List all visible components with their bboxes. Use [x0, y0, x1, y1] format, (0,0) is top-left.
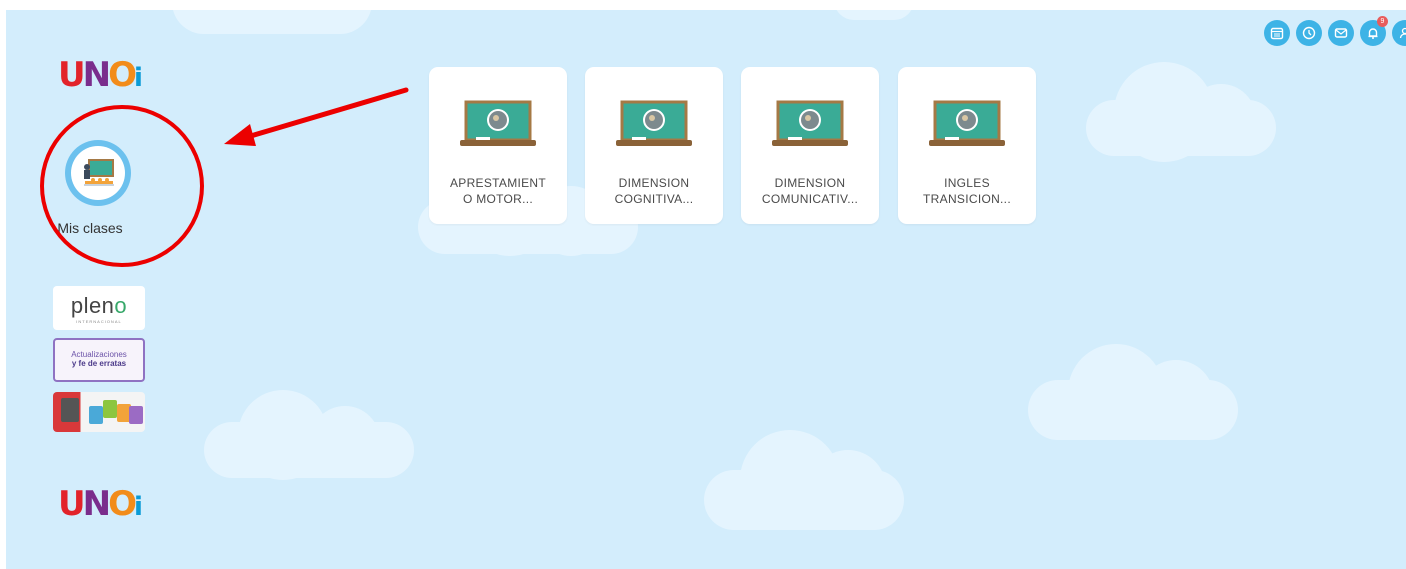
calendar-icon — [1270, 27, 1284, 40]
uno-logo[interactable]: UNOi — [58, 55, 143, 95]
history-button[interactable] — [1296, 20, 1322, 46]
annotation-arrow — [224, 87, 409, 146]
course-title: DIMENSION COGNITIVA... — [593, 175, 715, 207]
cloud-decoration — [704, 430, 904, 530]
course-title-line: DIMENSION — [618, 176, 690, 190]
book-image — [61, 398, 79, 422]
logo-letter: N — [82, 484, 112, 524]
calendar-button[interactable] — [1264, 20, 1290, 46]
notification-badge: 9 — [1377, 16, 1388, 27]
uno-logo-footer: UNOi — [58, 484, 143, 524]
user-button[interactable] — [1392, 20, 1406, 46]
course-title-line: INGLES — [944, 176, 990, 190]
books-banner[interactable] — [53, 392, 145, 432]
banner-line: y fe de erratas — [71, 359, 127, 368]
cloud-decoration — [172, 10, 372, 34]
cloud-decoration — [204, 390, 414, 480]
cloud-decoration — [834, 10, 914, 20]
cloud-decoration — [1028, 344, 1238, 440]
annotation-circle — [40, 105, 204, 267]
book-image — [89, 406, 103, 424]
clock-icon — [1302, 26, 1316, 40]
book-image — [103, 400, 117, 418]
bell-icon — [1368, 28, 1378, 39]
course-title-line: COGNITIVA... — [614, 192, 694, 206]
book-image — [129, 406, 143, 424]
course-card[interactable]: INGLES TRANSICION... — [898, 67, 1036, 224]
notifications-button[interactable]: 9 — [1360, 16, 1388, 46]
course-title-line: O MOTOR... — [462, 192, 534, 206]
course-title: INGLES TRANSICION... — [906, 175, 1028, 207]
chalkboard-icon — [929, 100, 1005, 146]
course-card[interactable]: APRESTAMIENT O MOTOR... — [429, 67, 567, 224]
header-toolbar: 9 — [1264, 16, 1406, 46]
mail-icon — [1334, 28, 1348, 38]
logo-letter: i — [133, 63, 143, 93]
course-title: DIMENSION COMUNICATIV... — [749, 175, 871, 207]
actualizaciones-banner[interactable]: Actualizaciones y fe de erratas — [53, 338, 145, 382]
cloud-decoration — [1086, 62, 1276, 162]
pleno-banner[interactable]: pleno INTERNACIONAL — [53, 286, 145, 330]
chalkboard-icon — [616, 100, 692, 146]
course-title-line: APRESTAMIENT — [449, 176, 547, 190]
course-title: APRESTAMIENT O MOTOR... — [437, 175, 559, 207]
course-title-line: TRANSICION... — [923, 192, 1011, 206]
user-icon — [1399, 27, 1406, 39]
chalkboard-icon — [772, 100, 848, 146]
pleno-subtitle: INTERNACIONAL — [76, 318, 122, 324]
logo-letter: i — [133, 492, 143, 522]
course-title-line: COMUNICATIV... — [761, 192, 859, 206]
logo-letter: U — [58, 484, 86, 524]
logo-letter: U — [58, 55, 86, 95]
chalkboard-icon — [460, 100, 536, 146]
course-title-line: DIMENSION — [774, 176, 846, 190]
pleno-word: pleno — [70, 292, 128, 318]
logo-letter: O — [108, 55, 137, 95]
mail-button[interactable] — [1328, 20, 1354, 46]
logo-letter: N — [82, 55, 112, 95]
course-card[interactable]: DIMENSION COGNITIVA... — [585, 67, 723, 224]
logo-letter: O — [108, 484, 137, 524]
course-card[interactable]: DIMENSION COMUNICATIV... — [741, 67, 879, 224]
